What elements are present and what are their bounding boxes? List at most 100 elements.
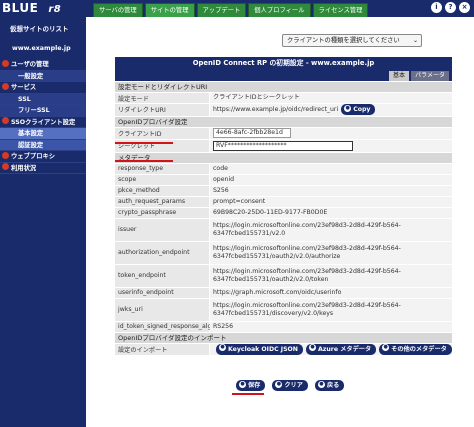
row-value: https://login.microsoftonline.com/23ef98…	[210, 298, 452, 321]
table-row: pkce_method S256	[115, 185, 452, 197]
tab-site-management[interactable]: サイトの管理	[144, 3, 195, 17]
panel-tabs: 基本 パラメータ	[115, 70, 452, 81]
row-key: 設定のインポート	[115, 343, 210, 355]
save-highlight	[232, 393, 264, 395]
import-azure-button[interactable]: ● Azure メタデータ	[306, 343, 377, 355]
info-icon[interactable]: i	[431, 2, 442, 13]
row-key: authorization_endpoint	[115, 241, 210, 264]
row-key: jwks_uri	[115, 298, 210, 321]
table-row: リダイレクトURI https://www.example.jp/oidc/re…	[115, 104, 452, 117]
back-button[interactable]: ● 戻る	[314, 380, 345, 391]
row-value: prompt=consent	[210, 196, 452, 207]
redirect-uri-cell: https://www.example.jp/oidc/redirect_uri…	[210, 104, 452, 116]
sidebar-item-usage[interactable]: 利用状況	[0, 163, 86, 174]
secret-highlight	[115, 160, 173, 162]
secret-cell: RVF*******************	[210, 140, 452, 152]
bullet-icon	[2, 151, 9, 159]
bullet-icon: ●	[239, 380, 246, 388]
secret-field[interactable]: RVF*******************	[213, 140, 353, 151]
row-key: issuer	[115, 218, 210, 241]
bullet-icon: ●	[382, 344, 390, 352]
table-row: scope openid	[115, 174, 452, 186]
row-value: 69B98C20-25D0-11ED-9177-FB0D0E	[210, 207, 452, 218]
tab-basic[interactable]: 基本	[388, 71, 409, 81]
table-row: id_token_signed_response_alg RS256	[115, 321, 452, 333]
table-row: auth_request_params prompt=consent	[115, 196, 452, 208]
import-keycloak-button[interactable]: ● Keycloak OIDC JSON	[216, 343, 303, 355]
sidebar-item-basic-settings[interactable]: 基本設定	[0, 128, 86, 140]
sidebar-item-auth-settings[interactable]: 認証設定	[0, 139, 86, 151]
tab-server-management[interactable]: サーバの管理	[93, 3, 143, 17]
table-row: issuer https://login.microsoftonline.com/…	[115, 218, 452, 242]
row-key: auth_request_params	[115, 196, 210, 207]
client-type-select[interactable]: クライアントの種類を選択してください ⌄	[282, 34, 422, 47]
table-row: 設定のインポート ● Keycloak OIDC JSON ● Azure メタデー…	[115, 343, 452, 356]
help-icon[interactable]: ?	[445, 2, 456, 13]
bullet-icon: ●	[309, 344, 316, 352]
row-value: code	[210, 163, 452, 174]
client-id-highlight	[115, 142, 173, 144]
row-key: pkce_method	[115, 185, 210, 196]
client-id-field[interactable]: 4e66-8afc-2fbb28e1d	[213, 128, 291, 139]
sidebar-item-services[interactable]: サービス	[0, 82, 86, 94]
section-mode-redirect: 設定モードとリダイレクトURI	[115, 82, 452, 93]
row-value: https://graph.microsoft.com/oidc/userinf…	[210, 287, 452, 298]
tab-update[interactable]: アップデート	[196, 3, 247, 17]
row-key: response_type	[115, 163, 210, 174]
tab-profile[interactable]: 個人プロフィール	[248, 3, 311, 17]
bullet-icon: ●	[275, 380, 283, 388]
chevron-down-icon: ⌄	[412, 37, 418, 44]
tab-parameters[interactable]: パラメータ	[411, 71, 449, 81]
bullet-icon	[2, 82, 9, 90]
clear-button[interactable]: ● クリア	[272, 380, 308, 391]
row-key: id_token_signed_response_alg	[115, 321, 211, 332]
logout-icon[interactable]: ×	[459, 2, 470, 13]
table-row: userinfo_endpoint https://graph.microsoft…	[115, 287, 452, 299]
table-row: jwks_uri https://login.microsoftonline.co…	[115, 298, 452, 322]
tab-license[interactable]: ライセンス管理	[312, 3, 369, 17]
app-logo: BLUE r8	[2, 1, 62, 15]
bullet-icon	[2, 117, 9, 124]
row-value: openid	[210, 174, 452, 185]
sidebar-item-users[interactable]: ユーザの管理	[0, 59, 86, 71]
top-bar: BLUE r8 サーバの管理 サイトの管理 アップデート 個人プロフィール ライセ…	[0, 0, 474, 17]
settings-table: 設定モードとリダイレクトURI 設定モード クライアントIDとシークレット リダ…	[115, 82, 452, 356]
table-row: crypto_passphrase 69B98C20-25D0-11ED-9177…	[115, 207, 452, 219]
sidebar-item-free-ssl[interactable]: フリーSSL	[0, 105, 86, 117]
row-key: userinfo_endpoint	[115, 287, 210, 298]
top-icons: i ? ×	[431, 2, 470, 13]
sidebar-item-sso-client[interactable]: SSOクライアント設定	[0, 117, 86, 128]
row-key: クライアントID	[115, 127, 210, 139]
sidebar: 仮想サイトのリスト www.example.jp ユーザの管理 一般設定 サービ…	[0, 17, 86, 427]
sidebar-item-ssl[interactable]: SSL	[0, 93, 86, 105]
bullet-icon	[2, 59, 9, 67]
row-key: crypto_passphrase	[115, 207, 210, 218]
row-key: リダイレクトURI	[115, 104, 210, 116]
sidebar-title[interactable]: 仮想サイトのリスト	[0, 17, 86, 35]
table-row: token_endpoint https://login.microsoftonl…	[115, 264, 452, 288]
main-tabs: サーバの管理 サイトの管理 アップデート 個人プロフィール ライセンス管理	[93, 3, 369, 17]
row-value: https://login.microsoftonline.com/23ef98…	[210, 264, 452, 287]
bullet-icon: ●	[219, 344, 226, 352]
redirect-uri-value: https://www.example.jp/oidc/redirect_uri	[213, 105, 339, 113]
section-provider-info: OpenIDプロバイダ設定	[115, 116, 452, 128]
bullet-icon: ●	[317, 380, 325, 388]
bullet-icon	[2, 163, 9, 170]
copy-button[interactable]: ● Copy	[341, 104, 376, 116]
panel-title: OpenID Connect RP の初期設定 - www.example.jp	[115, 57, 452, 70]
table-row: response_type code	[115, 163, 452, 175]
sidebar-item-web-proxy[interactable]: ウェブプロキシ	[0, 151, 86, 163]
table-row: クライアントID 4e66-8afc-2fbb28e1d	[115, 127, 452, 140]
row-value: RS256	[210, 321, 452, 332]
client-id-cell: 4e66-8afc-2fbb28e1d	[210, 127, 452, 139]
row-key: 設定モード	[115, 93, 210, 103]
row-value: https://login.microsoftonline.com/23ef98…	[210, 241, 452, 264]
section-provider-import: OpenIDプロバイダ設定のインポート	[115, 332, 452, 344]
import-other-button[interactable]: ● その他のメタデータ	[379, 343, 452, 355]
sidebar-item-general[interactable]: 一般設定	[0, 70, 86, 82]
save-button[interactable]: ● 保存	[236, 380, 266, 391]
row-key: token_endpoint	[115, 264, 210, 287]
copy-icon: ●	[344, 104, 352, 112]
sidebar-host: www.example.jp	[12, 45, 71, 52]
row-key: scope	[115, 174, 210, 185]
